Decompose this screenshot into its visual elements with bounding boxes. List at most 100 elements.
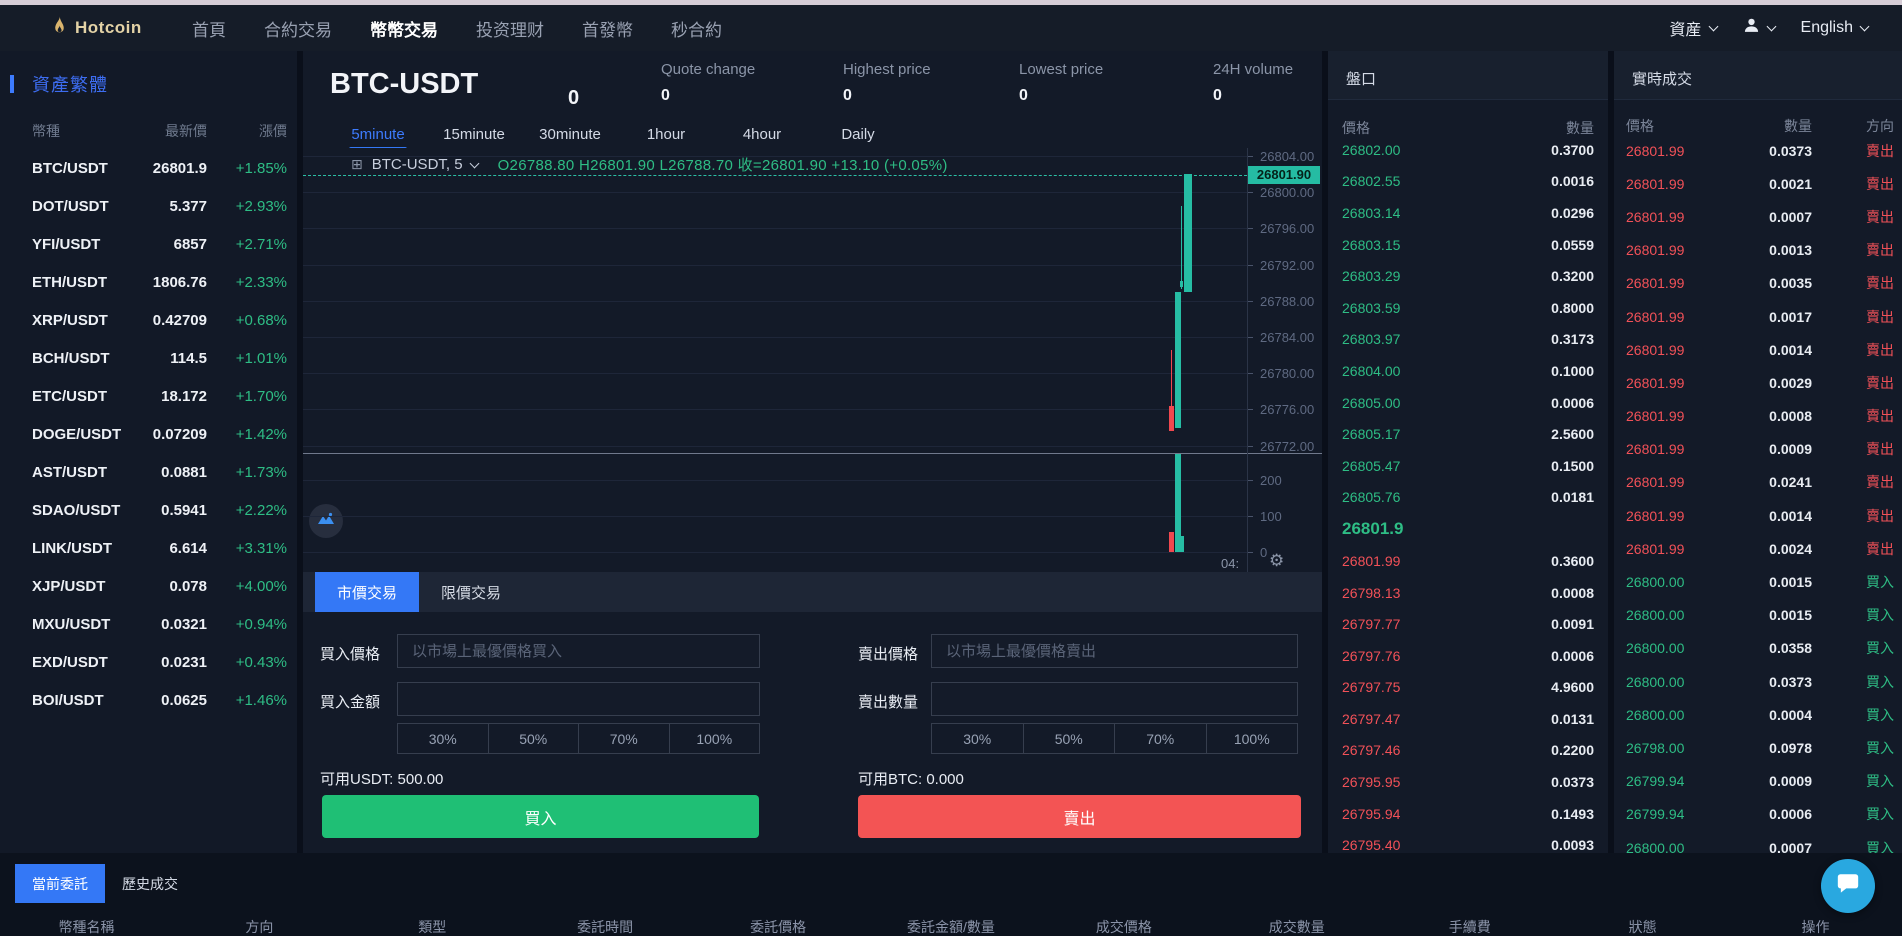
nav-item[interactable]: 合約交易: [264, 5, 332, 51]
market-pair-row[interactable]: XJP/USDT 0.078 +4.00%: [0, 567, 297, 605]
ask-row[interactable]: 26804.000.1000: [1328, 355, 1608, 387]
trade-row: 26799.94 0.0006 買入: [1614, 798, 1902, 831]
bid-row[interactable]: 26797.460.2200: [1328, 735, 1608, 767]
bid-row[interactable]: 26795.950.0373: [1328, 766, 1608, 798]
market-pair-row[interactable]: DOGE/USDT 0.07209 +1.42%: [0, 415, 297, 453]
orders-tab[interactable]: 歷史成交: [105, 864, 195, 903]
buy-button[interactable]: 買入: [322, 795, 759, 838]
bid-row[interactable]: 26797.760.0006: [1328, 640, 1608, 672]
bid-row[interactable]: 26797.470.0131: [1328, 703, 1608, 735]
grid-view-icon[interactable]: ⊞: [351, 156, 363, 173]
percent-button[interactable]: 70%: [579, 724, 670, 753]
ask-row[interactable]: 26803.590.8000: [1328, 292, 1608, 324]
language-menu[interactable]: English: [1801, 19, 1868, 37]
trade-row: 26801.99 0.0014 賣出: [1614, 499, 1902, 532]
buy-amount-input[interactable]: [397, 682, 760, 716]
market-pair-row[interactable]: BOI/USDT 0.0625 +1.46%: [0, 681, 297, 719]
sidebar-column-headers: 幣種 最新價 漲價: [0, 121, 297, 141]
market-pair-row[interactable]: AST/USDT 0.0881 +1.73%: [0, 453, 297, 491]
mountain-chart-icon: [317, 512, 335, 531]
sell-price-input[interactable]: [931, 634, 1298, 668]
market-pair-row[interactable]: BTC/USDT 26801.9 +1.85%: [0, 149, 297, 187]
sell-available-balance: 可用BTC: 0.000: [858, 768, 964, 789]
chart-settings-gear-icon[interactable]: ⚙: [1269, 551, 1284, 571]
market-pair-row[interactable]: BCH/USDT 114.5 +1.01%: [0, 339, 297, 377]
chevron-down-icon: [1860, 22, 1870, 32]
trade-row: 26801.99 0.0373 賣出: [1614, 134, 1902, 167]
stat-block: 24H volume 0: [1213, 61, 1322, 105]
chat-bubble-icon: [1835, 871, 1861, 902]
market-pair-row[interactable]: DOT/USDT 5.377 +2.93%: [0, 187, 297, 225]
interval-tab[interactable]: 4hour: [714, 121, 810, 147]
percent-button[interactable]: 100%: [670, 724, 760, 753]
percent-button[interactable]: 30%: [932, 724, 1024, 753]
nav-item[interactable]: 首頁: [192, 5, 226, 51]
flame-logo-icon: [51, 15, 68, 42]
percent-button[interactable]: 50%: [1024, 724, 1116, 753]
orders-tab[interactable]: 當前委託: [15, 864, 105, 903]
chevron-down-icon: [469, 158, 479, 168]
ask-row[interactable]: 26803.970.3173: [1328, 324, 1608, 356]
interval-tab[interactable]: Daily: [810, 121, 906, 147]
bid-row[interactable]: 26797.770.0091: [1328, 608, 1608, 640]
market-pair-row[interactable]: SDAO/USDT 0.5941 +2.22%: [0, 491, 297, 529]
buy-amount-label: 買入金額: [320, 691, 380, 712]
ask-row[interactable]: 26803.150.0559: [1328, 229, 1608, 261]
nav-item[interactable]: 幣幣交易: [370, 5, 438, 51]
nav-item[interactable]: 投资理财: [476, 5, 544, 51]
ask-row[interactable]: 26802.000.3700: [1328, 134, 1608, 166]
market-stats: Quote change 0 Highest price 0 Lowest pr…: [661, 61, 1322, 105]
buy-available-balance: 可用USDT: 500.00: [320, 768, 443, 789]
ask-row[interactable]: 26805.000.0006: [1328, 387, 1608, 419]
market-pair-row[interactable]: ETC/USDT 18.172 +1.70%: [0, 377, 297, 415]
percent-button[interactable]: 50%: [489, 724, 580, 753]
market-pair-row[interactable]: LINK/USDT 6.614 +3.31%: [0, 529, 297, 567]
interval-tab[interactable]: 1hour: [618, 121, 714, 147]
sidebar-title: 資產繁體: [10, 71, 297, 97]
ask-row[interactable]: 26803.140.0296: [1328, 197, 1608, 229]
trade-row: 26801.99 0.0024 賣出: [1614, 532, 1902, 565]
ask-row[interactable]: 26805.760.0181: [1328, 482, 1608, 514]
percent-button[interactable]: 100%: [1207, 724, 1298, 753]
market-pair-row[interactable]: ETH/USDT 1806.76 +2.33%: [0, 263, 297, 301]
percent-button[interactable]: 30%: [398, 724, 489, 753]
order-type-tab[interactable]: 限價交易: [419, 572, 523, 612]
market-pair-row[interactable]: YFI/USDT 6857 +2.71%: [0, 225, 297, 263]
market-pair-row[interactable]: XRP/USDT 0.42709 +0.68%: [0, 301, 297, 339]
percent-button[interactable]: 70%: [1115, 724, 1207, 753]
orders-table-header: 委託金額/數量: [865, 917, 1038, 936]
bid-row[interactable]: 26795.400.0093: [1328, 829, 1608, 853]
interval-tab[interactable]: 15minute: [426, 121, 522, 147]
interval-tab[interactable]: 30minute: [522, 121, 618, 147]
interval-tab[interactable]: 5minute: [330, 121, 426, 147]
nav-item[interactable]: 秒合約: [671, 5, 722, 51]
market-pair-row[interactable]: EXD/USDT 0.0231 +0.43%: [0, 643, 297, 681]
chevron-down-icon: [1766, 22, 1776, 32]
chart-style-button[interactable]: [309, 504, 343, 538]
bid-row[interactable]: 26795.940.1493: [1328, 798, 1608, 830]
trades-panel: 實時成交 價格 數量 方向 26801.99 0.0373 賣出 26801.9…: [1614, 51, 1902, 853]
market-pair-row[interactable]: MXU/USDT 0.0321 +0.94%: [0, 605, 297, 643]
user-menu[interactable]: [1743, 17, 1775, 39]
chart-instrument[interactable]: BTC-USDT, 5: [372, 156, 463, 173]
buy-price-input[interactable]: [397, 634, 760, 668]
nav-item[interactable]: 首發幣: [582, 5, 633, 51]
brand-logo[interactable]: Hotcoin: [51, 5, 142, 51]
candlestick-chart[interactable]: ⊞ BTC-USDT, 5 O26788.80 H26801.90 L26788…: [303, 148, 1322, 576]
sell-amount-input[interactable]: [931, 682, 1298, 716]
order-type-tab[interactable]: 市價交易: [315, 572, 419, 612]
chat-support-button[interactable]: [1821, 859, 1875, 913]
ask-row[interactable]: 26803.290.3200: [1328, 260, 1608, 292]
ask-row[interactable]: 26802.550.0016: [1328, 166, 1608, 198]
buy-percent-buttons: 30%50%70%100%: [397, 723, 760, 754]
assets-menu[interactable]: 資産: [1670, 16, 1717, 40]
sell-button[interactable]: 賣出: [858, 795, 1301, 838]
bid-row[interactable]: 26797.754.9600: [1328, 672, 1608, 704]
ask-row[interactable]: 26805.172.5600: [1328, 418, 1608, 450]
trade-row: 26800.00 0.0373 買入: [1614, 665, 1902, 698]
bid-row[interactable]: 26798.130.0008: [1328, 577, 1608, 609]
orders-table-header: 委託時間: [519, 917, 692, 936]
bid-row[interactable]: 26801.990.3600: [1328, 545, 1608, 577]
ask-row[interactable]: 26805.470.1500: [1328, 450, 1608, 482]
sell-price-label: 賣出價格: [858, 643, 918, 664]
